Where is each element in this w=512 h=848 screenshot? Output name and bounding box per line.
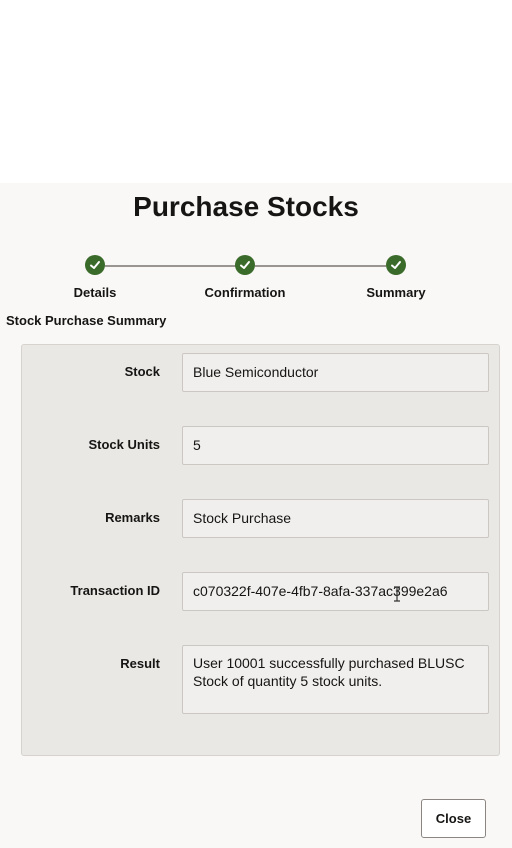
section-title: Stock Purchase Summary xyxy=(6,313,167,328)
stock-label: Stock xyxy=(124,364,160,379)
progress-stepper: Details Confirmation Summary xyxy=(0,255,512,305)
remarks-label: Remarks xyxy=(105,510,160,525)
stock-units-label: Stock Units xyxy=(88,437,160,452)
transaction-id-label: Transaction ID xyxy=(70,583,160,598)
close-button[interactable]: Close xyxy=(421,799,486,838)
step-label: Summary xyxy=(366,285,426,300)
transaction-id-field: c070322f-407e-4fb7-8afa-337ac399e2a6 xyxy=(182,572,489,611)
step-summary: Summary xyxy=(336,255,456,300)
check-icon xyxy=(235,255,255,275)
step-details: Details xyxy=(35,255,155,300)
stock-field: Blue Semiconductor xyxy=(182,353,489,392)
text-cursor-icon xyxy=(394,586,400,602)
summary-panel: Stock Blue Semiconductor Stock Units 5 R… xyxy=(21,344,500,756)
result-label: Result xyxy=(120,656,160,671)
check-icon xyxy=(85,255,105,275)
dialog-title: Purchase Stocks xyxy=(133,191,359,222)
check-icon xyxy=(386,255,406,275)
step-confirmation: Confirmation xyxy=(185,255,305,300)
remarks-field: Stock Purchase xyxy=(182,499,489,538)
result-field: User 10001 successfully purchased BLUSC … xyxy=(182,645,489,714)
step-label: Details xyxy=(73,285,117,300)
step-label: Confirmation xyxy=(204,285,286,300)
stock-units-field: 5 xyxy=(182,426,489,465)
purchase-stocks-dialog: Purchase Stocks Details Confirmation Sum… xyxy=(0,183,512,848)
